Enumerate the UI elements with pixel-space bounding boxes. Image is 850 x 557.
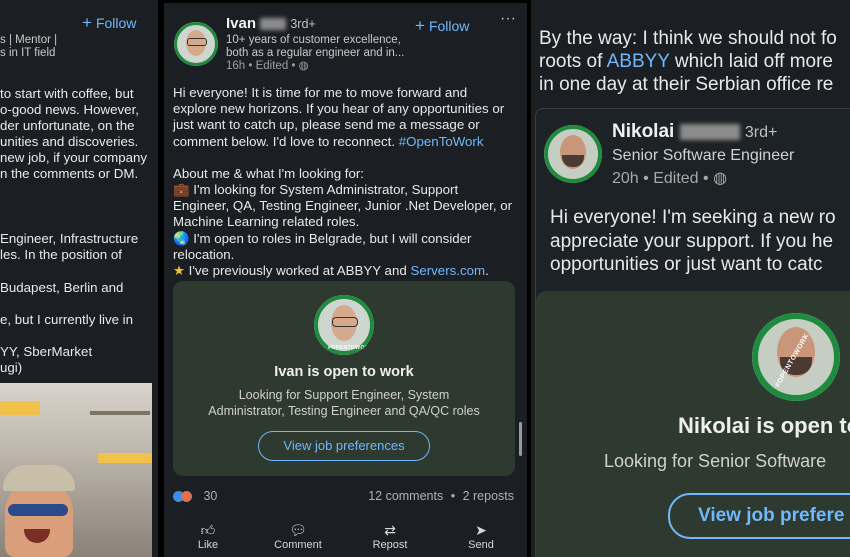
comment-button[interactable]: 💬︎ Comment — [263, 522, 333, 551]
post-text-line: YY, SberMarket — [0, 344, 93, 359]
send-icon: ➤ — [475, 522, 487, 538]
open-to-work-card[interactable]: #OPENTOWORK Nikolai is open to Looking f… — [536, 291, 850, 557]
post-text-line: Budapest, Berlin and — [0, 280, 124, 295]
scrollbar[interactable] — [519, 422, 522, 456]
left-post-panel: + Follow s | Mentor | s in IT field to st… — [0, 0, 158, 557]
right-post-panel: By the way: I think we should not fo roo… — [531, 0, 850, 557]
open-to-work-badge: #OPENTOWORK — [328, 345, 374, 351]
follow-button[interactable]: + Follow — [415, 16, 469, 36]
connection-degree: 3rd+ — [290, 17, 316, 31]
like-button[interactable]: 👍︎ Like — [173, 522, 243, 551]
post-text-line: les. In the position of — [0, 247, 122, 262]
sunglasses-shape — [8, 504, 68, 516]
author-headline: Senior Software Engineer — [612, 147, 795, 164]
reaction-icons — [173, 489, 192, 503]
author-headline-line-2: s in IT field — [0, 47, 56, 59]
about-heading: About me & what I'm looking for: — [173, 165, 364, 181]
plus-icon: + — [82, 13, 92, 32]
connection-degree: 3rd+ — [744, 124, 778, 141]
card-avatar: #OPENTOWORK — [752, 313, 840, 401]
cap-shape — [3, 465, 75, 491]
post-body: Hi everyone! It is time for me to move f… — [173, 85, 523, 279]
more-options-icon[interactable]: ··· — [500, 10, 516, 28]
author-headline: 10+ years of customer excellence, — [226, 34, 401, 46]
redacted-surname — [679, 123, 740, 140]
post-text-line: Engineer, Infrastructure — [0, 231, 139, 246]
author-headline-line-1: s | Mentor | — [0, 34, 58, 46]
post-text-line: der unfortunate, on the — [0, 118, 135, 133]
abbyy-link[interactable]: ABBYY — [607, 51, 670, 72]
card-description: Administrator, Testing Engineer and QA/Q… — [208, 404, 480, 418]
card-title: Ivan is open to work — [274, 364, 414, 380]
briefcase-icon: 💼 — [173, 182, 190, 198]
open-to-work-card[interactable]: #OPENTOWORK Ivan is open to work Looking… — [173, 281, 515, 476]
post-text-line: unities and discoveries. — [0, 134, 139, 149]
card-description: Looking for Support Engineer, System — [238, 388, 450, 402]
post-text-line: ugi) — [0, 360, 23, 375]
card-description: Looking for Senior Software — [604, 451, 827, 471]
author-avatar[interactable] — [174, 22, 218, 66]
lamp-shape — [98, 453, 152, 463]
author-name[interactable]: Ivan — [226, 15, 256, 32]
open-to-work-ring — [174, 22, 218, 66]
repost-icon: ⇄ — [384, 522, 396, 538]
lamp-shape — [0, 401, 40, 415]
post-photo[interactable] — [0, 383, 152, 557]
author-avatar[interactable] — [544, 125, 602, 183]
send-button[interactable]: ➤ Send — [446, 522, 516, 551]
card-avatar: #OPENTOWORK — [314, 295, 374, 355]
author-headline: both as a regular engineer and in... — [226, 47, 405, 59]
servers-link[interactable]: Servers.com — [410, 263, 485, 278]
view-job-preferences-button[interactable]: View job prefere — [668, 493, 850, 539]
post-text-line: new job, if your company — [0, 150, 148, 165]
globe-icon: ◍ — [298, 60, 309, 72]
hashtag-link[interactable]: #OpenToWork — [399, 134, 484, 149]
reposts-count[interactable]: 2 reposts — [463, 489, 514, 503]
follow-button[interactable]: + Follow — [82, 13, 136, 33]
reactions-count[interactable]: 30 — [173, 489, 217, 503]
post-meta: 20h • Edited • — [612, 170, 709, 187]
comments-count[interactable]: 12 comments — [368, 489, 443, 503]
middle-post-panel: Ivan 3rd+ 10+ years of customer excellen… — [164, 0, 527, 557]
star-icon: ★ — [173, 263, 185, 279]
post-body: Hi everyone! I'm seeking a new ro apprec… — [550, 207, 836, 275]
redacted-surname — [260, 18, 287, 31]
globe-emoji-icon: 🌏 — [173, 230, 190, 246]
post-text-line: o-good news. However, — [0, 102, 139, 117]
post-meta: 16h • Edited • — [226, 60, 296, 72]
author-name[interactable]: Nikolai — [612, 121, 674, 142]
post-text-line: n the comments or DM. — [0, 166, 139, 181]
embedded-post[interactable]: Nikolai 3rd+ Senior Software Engineer 20… — [535, 108, 850, 557]
repost-button[interactable]: ⇄ Repost — [355, 522, 425, 551]
post-text-line: to start with coffee, but — [0, 86, 134, 101]
open-to-work-ring — [544, 125, 602, 183]
post-text-line: e, but I currently live in — [0, 312, 134, 327]
card-title: Nikolai is open to — [678, 413, 850, 438]
view-job-preferences-button[interactable]: View job preferences — [258, 431, 430, 461]
plus-icon: + — [415, 16, 425, 35]
globe-icon: ◍ — [713, 170, 728, 187]
like-icon: 👍︎ — [200, 522, 216, 538]
intro-text: By the way: I think we should not fo roo… — [539, 28, 837, 95]
comment-icon: 💬︎ — [289, 522, 307, 538]
